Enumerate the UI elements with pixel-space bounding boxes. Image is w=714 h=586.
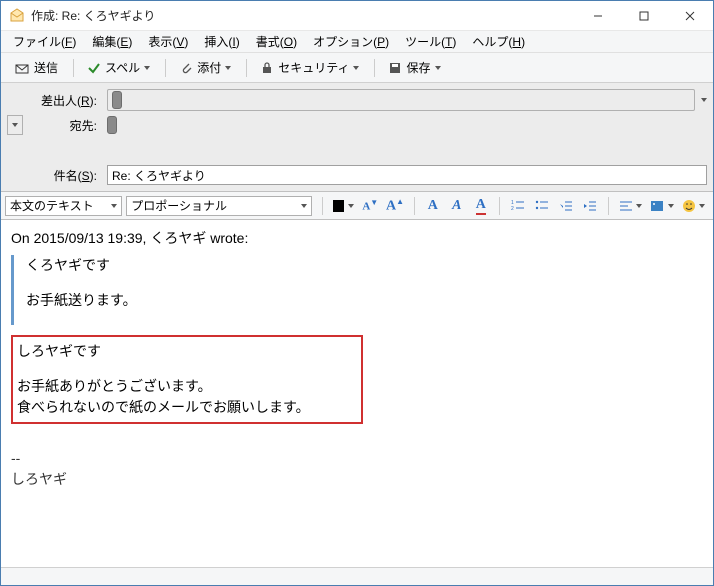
separator [246,59,247,77]
font-size-up-button[interactable]: A▲ [383,195,407,217]
headers-panel: 差出人(R): 宛先: 件名(S): [1,83,713,192]
window-title: 作成: Re: くろヤギより [31,7,155,24]
paperclip-icon [179,61,193,75]
titlebar: 作成: Re: くろヤギより [1,1,713,31]
statusbar [1,567,713,585]
from-value-redacted [112,91,122,109]
separator [608,197,609,215]
menubar: ファイル(F) 編集(E) 表示(V) 挿入(I) 書式(O) オプション(P)… [1,31,713,53]
font-select[interactable]: プロポーショナル [126,196,312,216]
chevron-down-icon [353,66,359,70]
menu-options[interactable]: オプション(P) [305,31,397,52]
separator [73,59,74,77]
menu-view[interactable]: 表示(V) [140,31,196,52]
menu-format[interactable]: 書式(O) [248,31,305,52]
chevron-down-icon [12,123,18,127]
to-value-redacted [107,116,117,134]
chevron-down-icon [301,204,307,208]
attach-button[interactable]: 添付 [172,56,238,79]
message-body[interactable]: On 2015/09/13 19:39, くろヤギ wrote: くろヤギです … [1,220,713,567]
chevron-down-icon [348,204,354,208]
to-label: 宛先: [27,117,107,134]
formatting-toolbar: 本文のテキスト プロポーショナル A▼ A▲ A A A 12 [1,192,713,220]
lock-icon [260,61,274,75]
subject-input[interactable] [107,165,707,185]
separator [322,197,323,215]
reply-line: 食べられないので紙のメールでお願いします。 [17,397,357,418]
chevron-down-icon [225,66,231,70]
signature: -- しろヤギ [11,448,703,490]
font-size-down-button[interactable]: A▼ [359,195,381,217]
security-button[interactable]: セキュリティ [253,56,366,79]
close-button[interactable] [667,1,713,31]
indent-icon [583,199,597,213]
reply-line: しろヤギです [17,341,357,362]
sig-separator: -- [11,448,703,469]
bulleted-list-button[interactable] [531,195,553,217]
save-button[interactable]: 保存 [381,56,447,79]
recipient-type-button[interactable] [7,115,23,135]
menu-insert[interactable]: 挿入(I) [196,31,247,52]
chevron-down-icon [111,204,117,208]
toolbar: 送信 スペル 添付 セキュリティ 保存 [1,53,713,83]
compose-window: 作成: Re: くろヤギより ファイル(F) 編集(E) 表示(V) 挿入(I)… [0,0,714,586]
quote-line: くろヤギです [26,255,703,276]
maximize-button[interactable] [621,1,667,31]
menu-tools[interactable]: ツール(T) [397,31,464,52]
ol-icon: 12 [511,199,525,213]
indent-button[interactable] [579,195,601,217]
chevron-down-icon[interactable] [701,98,707,102]
highlighted-reply: しろヤギです お手紙ありがとうございます。 食べられないので紙のメールでお願いし… [11,335,363,424]
text-color-button[interactable] [330,195,357,217]
outdent-button[interactable] [555,195,577,217]
send-button[interactable]: 送信 [7,56,65,79]
reply-line: お手紙ありがとうございます。 [17,376,357,397]
smiley-icon [682,199,695,213]
bold-button[interactable]: A [422,195,444,217]
separator [499,197,500,215]
insert-emoji-button[interactable] [679,195,708,217]
image-icon [650,199,663,213]
paragraph-style-select[interactable]: 本文のテキスト [5,196,122,216]
ul-icon [535,199,549,213]
underline-button[interactable]: A [470,195,492,217]
menu-help[interactable]: ヘルプ(H) [464,31,533,52]
svg-text:2: 2 [511,206,514,212]
menu-file[interactable]: ファイル(F) [5,31,84,52]
insert-image-button[interactable] [647,195,676,217]
quote-line: お手紙送ります。 [26,290,703,311]
separator [165,59,166,77]
quoted-text: くろヤギです お手紙送ります。 [11,255,703,325]
chevron-down-icon [699,204,705,208]
chevron-down-icon [435,66,441,70]
quote-attribution: On 2015/09/13 19:39, くろヤギ wrote: [11,228,703,249]
chevron-down-icon [668,204,674,208]
outdent-icon [559,199,573,213]
check-icon [87,61,101,75]
sig-name: しろヤギ [11,469,703,490]
italic-button[interactable]: A [446,195,468,217]
spell-button[interactable]: スペル [80,56,157,79]
separator [414,197,415,215]
separator [374,59,375,77]
from-label: 差出人(R): [7,92,107,109]
send-icon [14,60,30,76]
minimize-button[interactable] [575,1,621,31]
align-icon [619,199,632,213]
subject-label: 件名(S): [7,167,107,184]
save-icon [388,61,402,75]
align-button[interactable] [616,195,645,217]
chevron-down-icon [144,66,150,70]
app-icon [9,8,25,24]
menu-edit[interactable]: 編集(E) [84,31,140,52]
chevron-down-icon [636,204,642,208]
numbered-list-button[interactable]: 12 [507,195,529,217]
from-field[interactable] [107,89,695,111]
